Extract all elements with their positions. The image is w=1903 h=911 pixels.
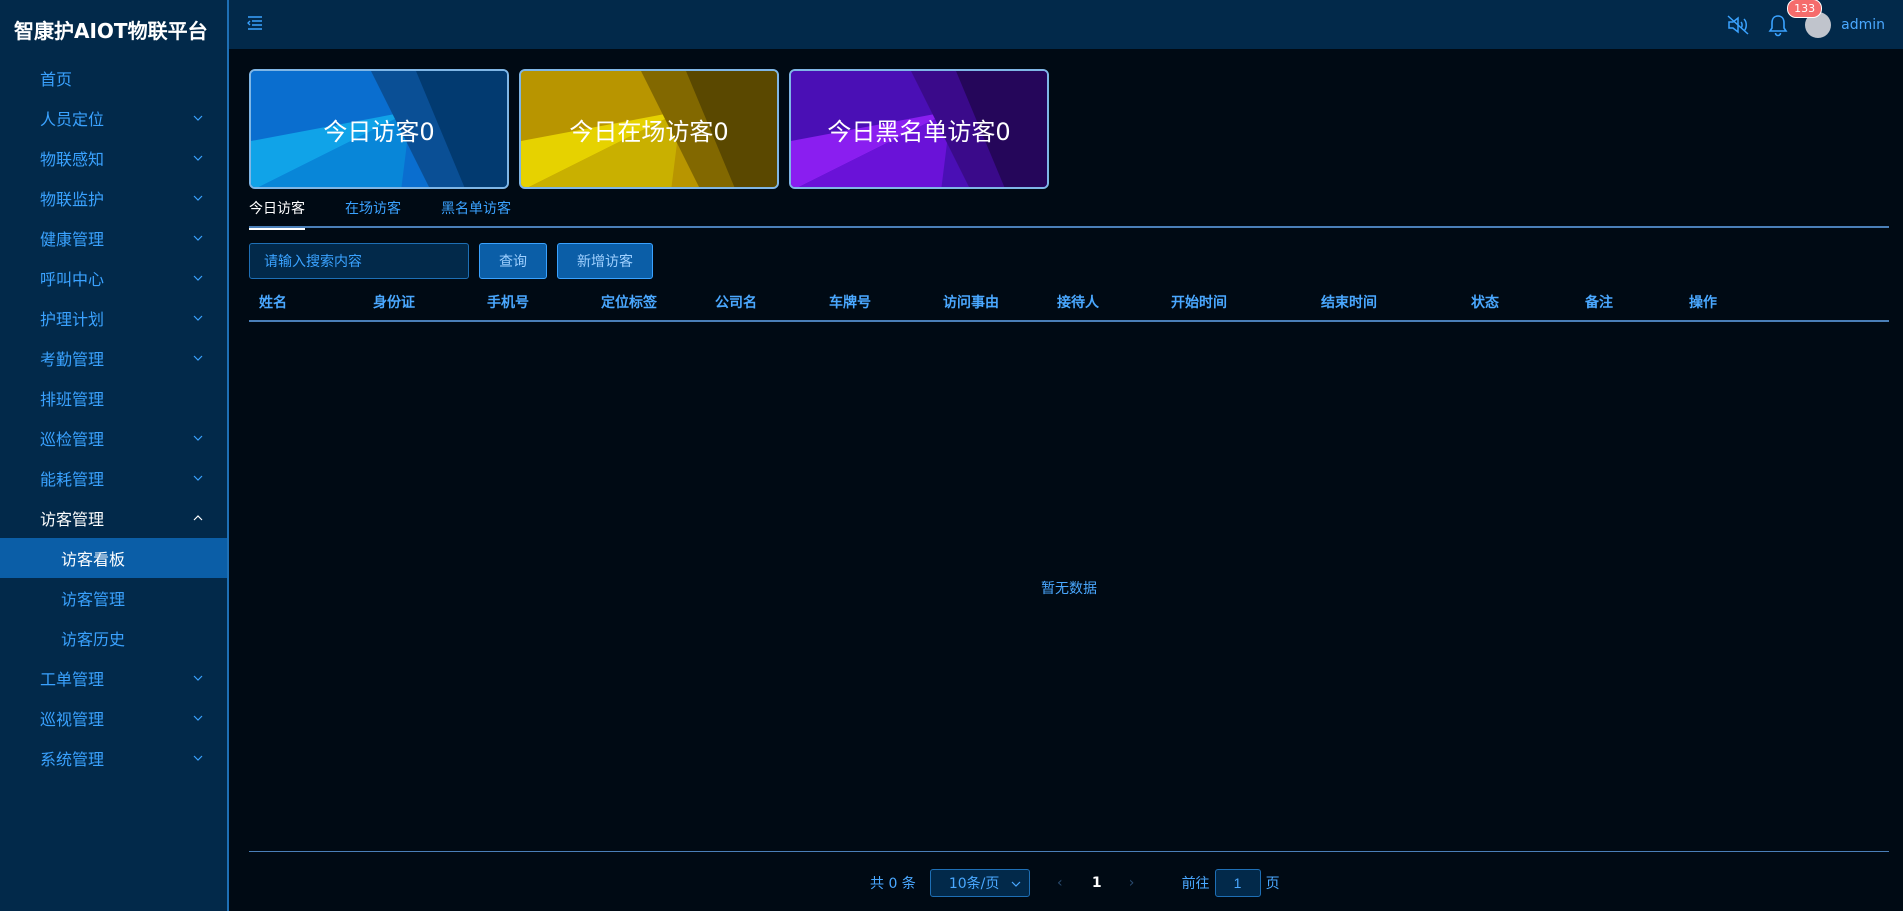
search-input[interactable]	[249, 243, 469, 279]
header-actions: 133 admin	[1711, 0, 1885, 49]
sidebar-item-label: 物联监护	[40, 190, 105, 209]
sidebar-item-iot-monitoring[interactable]: 物联监护	[0, 178, 227, 218]
tab-blacklist-visitors[interactable]: 黑名单访客	[441, 196, 511, 228]
sidebar-menu: 首页 人员定位 物联感知 物联监护 健康管理 呼叫中心 护理计划 考勤管理 排班…	[0, 58, 227, 778]
page-size-value: 10条/页	[948, 876, 1000, 892]
notification-badge: 133	[1787, 0, 1823, 18]
chevron-down-icon	[191, 711, 205, 725]
chevron-down-icon	[191, 751, 205, 765]
chevron-down-icon	[191, 431, 205, 445]
pagination: 共 0 条 10条/页 ‹ 1 › 前往 页	[870, 869, 1280, 897]
sidebar-item-label: 系统管理	[40, 750, 105, 769]
goto-suffix: 页	[1265, 876, 1280, 892]
chevron-down-icon	[191, 351, 205, 365]
sidebar-item-health[interactable]: 健康管理	[0, 218, 227, 258]
column-header-actions[interactable]: 操作	[1689, 292, 1717, 312]
sidebar-item-call-center[interactable]: 呼叫中心	[0, 258, 227, 298]
sidebar-subitem-visitor-manage[interactable]: 访客管理	[0, 578, 227, 618]
column-header-name[interactable]: 姓名	[259, 292, 287, 312]
today-visitors-card[interactable]: 今日访客0	[249, 69, 509, 189]
tab-onsite-visitors[interactable]: 在场访客	[345, 196, 401, 228]
sidebar-item-label: 工单管理	[40, 670, 105, 689]
chevron-up-icon	[191, 511, 205, 525]
add-visitor-button[interactable]: 新增访客	[557, 243, 653, 279]
stat-cards: 今日访客0 今日在场访客0 今日黑名单访客0	[249, 69, 1059, 189]
page-number-current[interactable]: 1	[1092, 875, 1102, 891]
pagination-total: 共 0 条	[870, 876, 916, 892]
sidebar-item-attendance[interactable]: 考勤管理	[0, 338, 227, 378]
sidebar-item-label: 访客管理	[40, 510, 105, 529]
column-header-end-time[interactable]: 结束时间	[1321, 292, 1377, 312]
sidebar-item-label: 健康管理	[40, 230, 105, 249]
sidebar-item-home[interactable]: 首页	[0, 58, 227, 98]
chevron-down-icon	[191, 151, 205, 165]
tab-today-visitors[interactable]: 今日访客	[249, 196, 305, 230]
sidebar-subitem-visitor-dashboard[interactable]: 访客看板	[0, 538, 227, 578]
sidebar-item-label: 首页	[40, 70, 73, 89]
card-label: 今日访客0	[323, 117, 435, 146]
sidebar-item-label: 能耗管理	[40, 470, 105, 489]
menu-collapse-icon[interactable]	[246, 14, 264, 32]
sidebar-item-label: 考勤管理	[40, 350, 105, 369]
card-label: 今日黑名单访客0	[827, 117, 1011, 146]
sidebar-item-inspection[interactable]: 巡检管理	[0, 418, 227, 458]
today-onsite-visitors-card[interactable]: 今日在场访客0	[519, 69, 779, 189]
empty-table-text: 暂无数据	[1041, 581, 1097, 597]
sidebar-item-label: 排班管理	[40, 390, 105, 409]
goto-prefix: 前往	[1181, 876, 1210, 892]
sidebar-item-personnel-location[interactable]: 人员定位	[0, 98, 227, 138]
sidebar-item-visitor-management[interactable]: 访客管理	[0, 498, 227, 538]
column-header-start-time[interactable]: 开始时间	[1171, 292, 1227, 312]
chevron-down-icon	[191, 231, 205, 245]
column-header-remark[interactable]: 备注	[1585, 292, 1613, 312]
query-button[interactable]: 查询	[479, 243, 547, 279]
column-header-status[interactable]: 状态	[1471, 292, 1499, 312]
today-blacklist-visitors-card[interactable]: 今日黑名单访客0	[789, 69, 1049, 189]
sidebar-item-label: 呼叫中心	[40, 270, 105, 289]
card-label: 今日在场访客0	[569, 117, 729, 146]
chevron-down-icon	[191, 471, 205, 485]
table-header: 姓名 身份证 手机号 定位标签 公司名 车牌号 访问事由 接待人 开始时间 结束…	[249, 286, 1889, 322]
chevron-down-icon	[191, 671, 205, 685]
sidebar-item-care-plan[interactable]: 护理计划	[0, 298, 227, 338]
column-header-plate[interactable]: 车牌号	[829, 292, 871, 312]
sidebar-item-iot-sensing[interactable]: 物联感知	[0, 138, 227, 178]
page-size-select[interactable]: 10条/页	[929, 869, 1030, 897]
column-header-phone[interactable]: 手机号	[487, 292, 529, 312]
column-header-location-tag[interactable]: 定位标签	[601, 292, 657, 312]
speaker-mute-icon[interactable]	[1725, 12, 1751, 38]
sidebar-item-work-order[interactable]: 工单管理	[0, 658, 227, 698]
toolbar: 查询 新增访客	[249, 243, 653, 279]
chevron-down-icon	[191, 311, 205, 325]
goto-page-input[interactable]	[1214, 869, 1261, 897]
sidebar: 智康护AIOT物联平台 首页 人员定位 物联感知 物联监护 健康管理 呼叫中心 …	[0, 0, 229, 911]
sidebar-item-label: 人员定位	[40, 110, 105, 129]
app-title: 智康护AIOT物联平台	[14, 18, 208, 43]
bell-icon[interactable]: 133	[1765, 0, 1823, 38]
top-header: 133 admin	[229, 0, 1903, 49]
chevron-down-icon	[191, 111, 205, 125]
chevron-down-icon	[1011, 875, 1021, 891]
sidebar-item-system[interactable]: 系统管理	[0, 738, 227, 778]
sidebar-item-energy[interactable]: 能耗管理	[0, 458, 227, 498]
visitor-tabs: 今日访客 在场访客 黑名单访客	[249, 196, 1889, 230]
sidebar-item-patrol[interactable]: 巡视管理	[0, 698, 227, 738]
prev-page-button[interactable]: ‹	[1050, 875, 1070, 891]
table-bottom-divider	[249, 851, 1889, 852]
sidebar-item-label: 护理计划	[40, 310, 105, 329]
sidebar-item-label: 巡视管理	[40, 710, 105, 729]
column-header-host[interactable]: 接待人	[1057, 292, 1099, 312]
chevron-down-icon	[191, 271, 205, 285]
column-header-id-card[interactable]: 身份证	[373, 292, 415, 312]
column-header-visit-reason[interactable]: 访问事由	[943, 292, 999, 312]
sidebar-item-label: 物联感知	[40, 150, 105, 169]
sidebar-item-label: 巡检管理	[40, 430, 105, 449]
username[interactable]: admin	[1841, 17, 1885, 33]
chevron-down-icon	[191, 191, 205, 205]
sidebar-subitem-visitor-history[interactable]: 访客历史	[0, 618, 227, 658]
column-header-company[interactable]: 公司名	[715, 292, 757, 312]
sidebar-item-scheduling[interactable]: 排班管理	[0, 378, 227, 418]
next-page-button[interactable]: ›	[1122, 875, 1142, 891]
